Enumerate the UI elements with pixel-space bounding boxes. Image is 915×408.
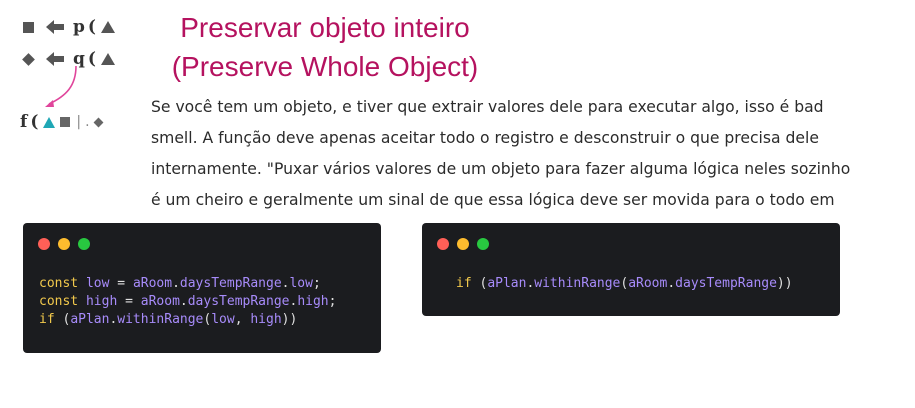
- function-name-f: f: [20, 112, 28, 132]
- diagram-row-f: f ( | .: [20, 112, 104, 132]
- paren-open: (: [30, 112, 39, 132]
- square-shape: [60, 117, 71, 127]
- close-dot-icon: [437, 238, 449, 250]
- function-name-p: p: [73, 17, 85, 37]
- code-line: const high = aRoom.daysTempRange.high;: [39, 294, 337, 309]
- code-window-before: const low = aRoom.daysTempRange.low; con…: [23, 223, 381, 353]
- code-window-after: if (aPlan.withinRange(aRoom.daysTempRang…: [422, 223, 840, 316]
- window-controls: [38, 238, 98, 250]
- bar-glyph: |: [76, 114, 82, 130]
- teal-triangle-shape: [43, 116, 56, 128]
- code-line: if (aPlan.withinRange(aRoom.daysTempRang…: [456, 276, 793, 291]
- arrow-left-icon: [46, 20, 64, 34]
- diamond-shape: [93, 117, 103, 127]
- refactoring-diagram: p ( q ( f ( | .: [0, 0, 140, 140]
- window-controls: [437, 238, 497, 250]
- close-dot-icon: [38, 238, 50, 250]
- maximize-dot-icon: [477, 238, 489, 250]
- code-block-before: const low = aRoom.daysTempRange.low; con…: [39, 275, 336, 329]
- square-shape: [23, 21, 34, 33]
- curved-arrow-icon: [45, 65, 77, 107]
- minimize-dot-icon: [58, 238, 70, 250]
- code-line: const low = aRoom.daysTempRange.low;: [39, 276, 321, 291]
- diagram-row-p: p (: [23, 17, 115, 37]
- maximize-dot-icon: [78, 238, 90, 250]
- minimize-dot-icon: [457, 238, 469, 250]
- code-block-after: if (aPlan.withinRange(aRoom.daysTempRang…: [456, 275, 793, 293]
- triangle-shape: [100, 21, 115, 33]
- page-title: Preservar objeto inteiro (Preserve Whole…: [155, 8, 495, 86]
- paren-open: (: [87, 17, 96, 37]
- code-line: if (aPlan.withinRange(low, high)): [39, 312, 298, 327]
- title-line-1: Preservar objeto inteiro: [180, 12, 470, 43]
- triangle-shape: [100, 53, 115, 65]
- dot-glyph: .: [85, 114, 90, 130]
- title-line-2: (Preserve Whole Object): [171, 51, 479, 82]
- diamond-shape: [22, 52, 35, 66]
